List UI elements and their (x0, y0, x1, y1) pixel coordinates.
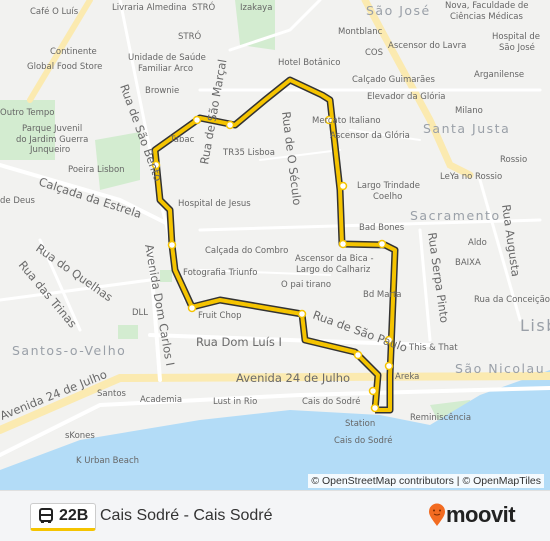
svg-text:Hospital de: Hospital de (492, 32, 540, 42)
svg-text:Sacramento: Sacramento (410, 208, 501, 223)
svg-text:Poeira Lisbon: Poeira Lisbon (68, 165, 125, 175)
svg-text:Hospital de Jesus: Hospital de Jesus (178, 199, 251, 209)
svg-text:Livraria Almedina: Livraria Almedina (112, 3, 187, 13)
svg-text:Ascensor da Bica -: Ascensor da Bica - (295, 254, 374, 264)
svg-text:Junqueiro: Junqueiro (29, 145, 70, 155)
svg-text:DLL: DLL (132, 308, 148, 318)
svg-text:STRÓ: STRÓ (192, 1, 215, 13)
svg-text:Cais do Sodré: Cais do Sodré (302, 396, 360, 407)
svg-text:Brownie: Brownie (145, 86, 179, 96)
svg-text:Global Food Store: Global Food Store (27, 62, 102, 72)
svg-text:Reminiscência: Reminiscência (410, 412, 471, 423)
svg-text:Arganilense: Arganilense (474, 70, 524, 80)
route-footer: 22B Cais Sodré - Cais Sodré moovit (0, 490, 550, 541)
svg-text:Familiar Arco: Familiar Arco (138, 64, 193, 74)
bus-stop[interactable] (377, 239, 387, 249)
svg-text:sKones: sKones (65, 431, 95, 441)
svg-text:Station: Station (345, 419, 375, 429)
bus-stop[interactable] (187, 303, 197, 313)
bus-stop[interactable] (370, 403, 380, 413)
svg-text:Academia: Academia (140, 395, 182, 405)
svg-text:K Urban Beach: K Urban Beach (76, 456, 139, 466)
svg-text:Santa Justa: Santa Justa (423, 121, 510, 136)
route-name: Cais Sodré - Cais Sodré (100, 507, 273, 524)
svg-text:Fotografia Triunfo: Fotografia Triunfo (183, 268, 257, 278)
svg-text:Café O Luís: Café O Luís (30, 6, 79, 17)
svg-text:Lust in Rio: Lust in Rio (213, 397, 257, 407)
svg-text:do Jardim Guerra: do Jardim Guerra (16, 135, 88, 145)
svg-text:Tabac: Tabac (169, 135, 195, 145)
svg-text:São José: São José (366, 3, 431, 18)
svg-text:Lisboa: Lisboa (520, 316, 550, 335)
svg-text:Bad Bones: Bad Bones (359, 223, 405, 233)
bus-icon (39, 508, 53, 523)
bus-stop[interactable] (384, 361, 394, 371)
brand-name: moovit (446, 502, 516, 527)
svg-text:Elevador da Glória: Elevador da Glória (367, 91, 446, 102)
svg-text:Coelho: Coelho (373, 192, 402, 202)
svg-text:O pai tirano: O pai tirano (281, 280, 331, 290)
svg-text:Ascensor da Glória: Ascensor da Glória (330, 130, 410, 141)
svg-text:Continente: Continente (50, 47, 97, 57)
bus-stop[interactable] (297, 309, 307, 319)
svg-text:Outro Tempo: Outro Tempo (0, 108, 54, 118)
svg-text:Hotel Botânico: Hotel Botânico (278, 58, 340, 68)
svg-text:Ascensor do Lavra: Ascensor do Lavra (388, 41, 466, 51)
svg-text:LeYa no Rossio: LeYa no Rossio (440, 172, 502, 182)
svg-text:Calçado Guimarães: Calçado Guimarães (352, 75, 435, 85)
bus-stop[interactable] (225, 120, 235, 130)
svg-text:Rua Dom Luís I: Rua Dom Luís I (196, 335, 282, 349)
svg-text:Nova, Faculdade de: Nova, Faculdade de (445, 1, 529, 11)
moovit-pin-icon (429, 503, 445, 526)
svg-text:São José: São José (499, 42, 535, 53)
svg-text:Milano: Milano (455, 106, 483, 116)
svg-text:Avenida 24 de Julho: Avenida 24 de Julho (236, 371, 350, 385)
svg-text:Aldo: Aldo (468, 238, 487, 248)
svg-text:Cais do Sodré: Cais do Sodré (334, 435, 392, 446)
svg-text:Montblanc: Montblanc (338, 27, 383, 37)
svg-text:São Nicolau: São Nicolau (455, 361, 545, 376)
bus-stop[interactable] (338, 239, 348, 249)
svg-text:Rua da Conceição: Rua da Conceição (474, 295, 550, 305)
svg-text:Bd Marta: Bd Marta (363, 290, 402, 300)
svg-text:Santos-o-Velho: Santos-o-Velho (12, 343, 126, 358)
route-badge: 22B (30, 503, 97, 531)
bus-stop[interactable] (368, 386, 378, 396)
svg-text:Unidade de Saúde: Unidade de Saúde (128, 53, 206, 63)
svg-text:Izakaya: Izakaya (240, 3, 272, 13)
svg-text:Rossio: Rossio (500, 155, 527, 165)
svg-text:TR35 Lisboa: TR35 Lisboa (222, 148, 275, 158)
svg-text:Calçada do Combro: Calçada do Combro (205, 246, 288, 256)
svg-text:COS: COS (365, 48, 383, 58)
bus-stop[interactable] (167, 240, 177, 250)
map-attribution[interactable]: © OpenStreetMap contributors | © OpenMap… (308, 474, 544, 488)
bus-stop[interactable] (192, 115, 202, 125)
svg-text:This & That: This & That (408, 343, 458, 353)
svg-text:STRÓ: STRÓ (178, 30, 201, 42)
route-number: 22B (59, 507, 89, 524)
svg-text:Mercato Italiano: Mercato Italiano (312, 116, 381, 126)
svg-text:Largo Trindade: Largo Trindade (357, 181, 420, 191)
svg-text:Ciências Médicas: Ciências Médicas (450, 11, 523, 22)
svg-text:Parque Juvenil: Parque Juvenil (22, 124, 82, 134)
svg-text:BAIXA: BAIXA (455, 258, 481, 268)
map[interactable]: Café O Luís Livraria Almedina STRÓ STRÓ … (0, 0, 550, 490)
svg-text:Santos: Santos (97, 389, 127, 399)
svg-text:Areka: Areka (395, 372, 419, 382)
bus-stop[interactable] (353, 350, 363, 360)
bus-stop[interactable] (338, 181, 348, 191)
svg-text:Fruit Chop: Fruit Chop (198, 311, 241, 321)
svg-text:Largo do Calhariz: Largo do Calhariz (296, 265, 371, 275)
svg-text:de Deus: de Deus (0, 196, 35, 206)
moovit-logo[interactable]: moovit (428, 502, 516, 528)
